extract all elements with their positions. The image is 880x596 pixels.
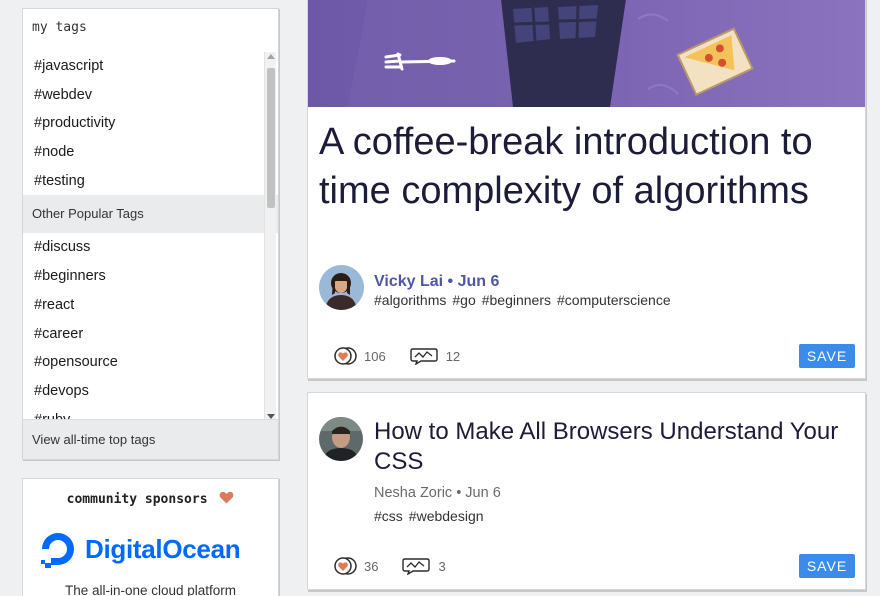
tag-link-node[interactable]: #node	[23, 138, 278, 167]
article-meta: Vicky Lai • Jun 6	[374, 273, 499, 291]
article-tag-link[interactable]: #beginners	[482, 292, 551, 308]
article-title[interactable]: How to Make All Browsers Understand Your…	[374, 417, 844, 477]
article-title[interactable]: A coffee-break introduction to time comp…	[319, 118, 839, 215]
tag-link-ruby[interactable]: #ruby	[23, 406, 278, 420]
tag-link-productivity[interactable]: #productivity	[23, 109, 278, 138]
tag-link-javascript[interactable]: #javascript	[23, 52, 278, 81]
article-meta: Nesha Zoric • Jun 6	[374, 485, 501, 501]
save-button[interactable]: SAVE	[799, 554, 855, 578]
article-tag-link[interactable]: #algorithms	[374, 292, 446, 308]
digitalocean-logo[interactable]: DigitalOcean	[39, 530, 241, 568]
tags-scroll-list[interactable]: #javascript #webdev #productivity #node …	[23, 52, 278, 420]
scroll-up-arrow-icon[interactable]	[267, 54, 275, 59]
author-name[interactable]: Vicky Lai	[374, 273, 443, 290]
reactions-count: 106	[364, 348, 386, 364]
tags-scrollbar[interactable]	[264, 52, 276, 422]
tag-link-react[interactable]: #react	[23, 291, 278, 320]
article-tags: #css #webdesign	[374, 508, 490, 524]
engagement-bar: 36 3	[332, 557, 446, 575]
reactions-count: 36	[364, 558, 379, 574]
sponsors-title-text: community sponsors	[66, 492, 208, 507]
article-tags: #algorithms #go #beginners #computerscience	[374, 292, 677, 308]
article-tag-link[interactable]: #css	[374, 508, 403, 524]
tag-link-webdev[interactable]: #webdev	[23, 81, 278, 110]
tags-panel: my tags #javascript #webdev #productivit…	[22, 8, 279, 460]
tag-link-discuss[interactable]: #discuss	[23, 233, 278, 262]
article-card[interactable]: How to Make All Browsers Understand Your…	[307, 392, 866, 590]
scroll-thumb[interactable]	[267, 68, 275, 208]
author-avatar[interactable]	[319, 417, 363, 461]
article-card[interactable]: A coffee-break introduction to time comp…	[307, 0, 866, 379]
author-avatar-image	[319, 265, 364, 310]
sponsor-name: DigitalOcean	[85, 533, 241, 564]
article-tag-link[interactable]: #go	[452, 292, 475, 308]
cover-image[interactable]	[308, 0, 865, 107]
author-avatar[interactable]	[319, 265, 364, 310]
article-tag-link[interactable]: #webdesign	[409, 508, 484, 524]
digitalocean-drop-icon	[41, 533, 74, 568]
publish-date: • Jun 6	[447, 273, 500, 290]
comments-count: 3	[438, 558, 446, 574]
view-top-tags-link[interactable]: View all-time top tags	[23, 419, 278, 459]
author-name[interactable]: Nesha Zoric	[374, 485, 452, 501]
save-button[interactable]: SAVE	[799, 344, 855, 368]
tags-panel-title: my tags	[32, 20, 87, 35]
comments-icon[interactable]	[410, 347, 438, 365]
reactions-icon[interactable]	[332, 557, 358, 575]
article-tag-link[interactable]: #computerscience	[557, 292, 671, 308]
engagement-bar: 106 12	[332, 347, 460, 365]
tag-link-beginners[interactable]: #beginners	[23, 262, 278, 291]
tag-link-devops[interactable]: #devops	[23, 377, 278, 406]
tag-link-opensource[interactable]: #opensource	[23, 348, 278, 377]
popular-tags-heading: Other Popular Tags	[23, 195, 278, 234]
tag-link-career[interactable]: #career	[23, 320, 278, 349]
comments-count: 12	[445, 348, 461, 364]
sponsors-title: community sponsors	[23, 491, 278, 507]
tag-link-testing[interactable]: #testing	[23, 167, 278, 196]
publish-date: • Jun 6	[456, 485, 501, 501]
cover-illustration	[308, 0, 865, 107]
author-avatar-image	[319, 417, 363, 461]
reactions-icon[interactable]	[332, 347, 358, 365]
comments-icon[interactable]	[402, 557, 431, 575]
heart-icon	[219, 491, 234, 504]
sponsors-panel: community sponsors DigitalOcean The all-…	[22, 478, 279, 596]
sponsor-tagline: The all-in-one cloud platform	[64, 583, 237, 596]
